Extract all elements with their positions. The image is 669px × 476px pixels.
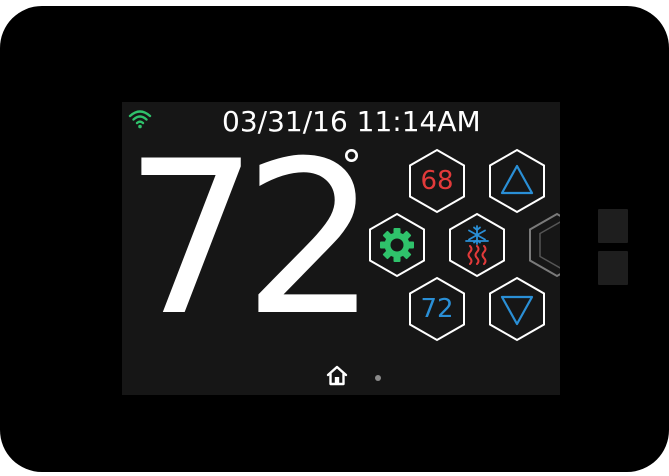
- home-icon[interactable]: [326, 364, 348, 386]
- next-page-hexagon[interactable]: [524, 212, 560, 278]
- page-indicator-dot: [375, 375, 381, 381]
- cool-setpoint-button[interactable]: 72: [404, 276, 470, 342]
- triangle-up-icon: [489, 148, 545, 214]
- current-temperature: 72: [124, 115, 378, 362]
- decrease-temperature-button[interactable]: [484, 276, 550, 342]
- increase-temperature-button[interactable]: [484, 148, 550, 214]
- settings-button[interactable]: [364, 212, 430, 278]
- side-button-upper[interactable]: [598, 209, 628, 243]
- triangle-down-icon: [489, 276, 545, 342]
- system-mode-button[interactable]: [444, 212, 510, 278]
- thermostat-screen: 03/31/16 11:14AM 72 ° 68 72: [122, 102, 560, 395]
- heat-cool-mode-icon: [449, 212, 505, 278]
- thermostat-device: 03/31/16 11:14AM 72 ° 68 72: [0, 6, 669, 472]
- side-button-lower[interactable]: [598, 251, 628, 285]
- degree-symbol: °: [341, 141, 362, 190]
- heat-setpoint-button[interactable]: 68: [404, 148, 470, 214]
- cool-setpoint-value: 72: [420, 294, 454, 324]
- heat-setpoint-value: 68: [420, 166, 454, 196]
- gear-icon: [369, 212, 425, 278]
